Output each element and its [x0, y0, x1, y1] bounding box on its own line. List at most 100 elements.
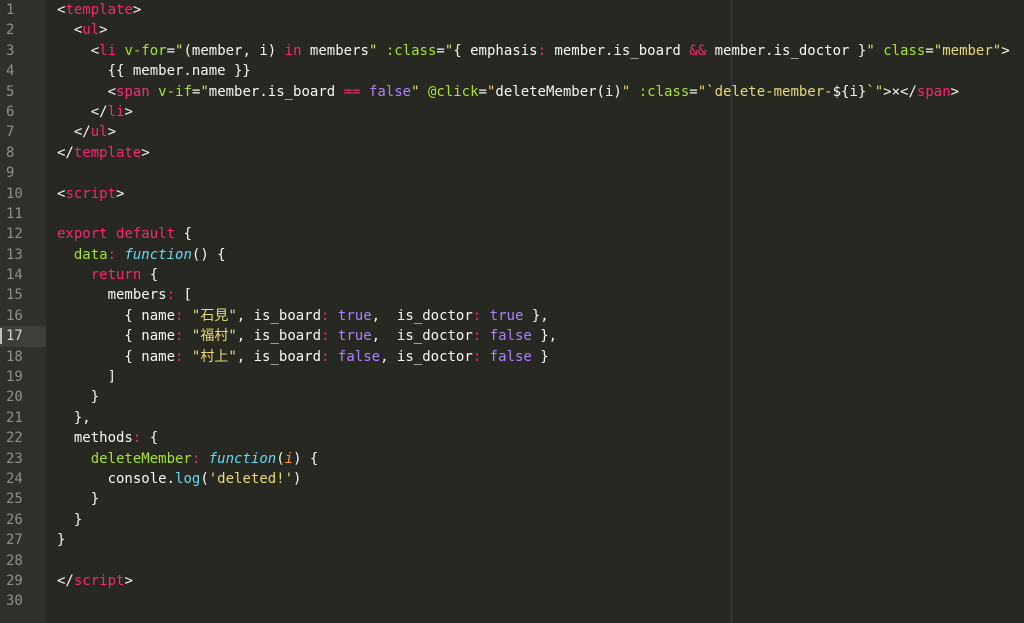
line-text[interactable]: <ul>	[57, 20, 108, 40]
code-token: :class	[638, 83, 690, 100]
code-token: template	[65, 2, 133, 18]
code-line[interactable]: 15 members: [	[0, 285, 1024, 305]
code-token: () {	[191, 246, 226, 263]
line-text[interactable]: </template>	[57, 143, 150, 163]
code-token: ul	[90, 124, 108, 141]
line-text[interactable]: console.log('deleted!')	[57, 469, 302, 489]
code-token: { name	[57, 348, 176, 365]
line-text[interactable]: export default {	[57, 224, 192, 244]
code-area[interactable]: 1 <template> 2 <ul> 3 <li v-for="(member, i…	[0, 0, 1024, 612]
code-line[interactable]: 13 data: function() {	[0, 245, 1024, 265]
code-token: >	[124, 572, 133, 589]
code-line[interactable]: 8 </template>	[0, 143, 1024, 163]
code-line[interactable]: 5 <span v-if="member.is_board == false" …	[0, 82, 1024, 102]
line-text[interactable]: members: [	[57, 285, 192, 305]
code-token: ×	[891, 83, 901, 100]
code-line[interactable]: 10 <script>	[0, 184, 1024, 204]
line-text[interactable]: <template>	[57, 0, 141, 20]
code-line[interactable]: 7 </ul>	[0, 122, 1024, 142]
code-token: :	[472, 348, 482, 365]
line-text[interactable]: { name: "村上", is_board: false, is_doctor…	[57, 347, 548, 367]
code-token: (member, i)	[183, 42, 285, 59]
code-line[interactable]: 27}	[0, 530, 1024, 550]
line-text[interactable]: data: function() {	[57, 245, 226, 265]
line-number: 17	[0, 326, 46, 347]
code-token: , is_doctor	[371, 328, 473, 345]
code-token: default	[116, 226, 176, 243]
code-line[interactable]: 25 }	[0, 489, 1024, 509]
code-line[interactable]: 18 { name: "村上", is_board: false, is_doc…	[0, 347, 1024, 367]
line-number: 25	[6, 491, 23, 508]
code-line[interactable]: 11	[0, 204, 1024, 224]
line-text[interactable]: { name: "福村", is_board: true, is_doctor:…	[57, 326, 557, 346]
line-text[interactable]: }	[57, 387, 99, 407]
code-line[interactable]: 3 <li v-for="(member, i) in members" :cl…	[0, 41, 1024, 61]
code-line[interactable]: 12 export default {	[0, 224, 1024, 244]
code-line[interactable]: 9	[0, 163, 1024, 183]
code-token: member.is_board	[546, 42, 690, 59]
line-number: 20	[6, 389, 23, 406]
code-token: { name	[57, 307, 176, 324]
code-token: :class	[385, 42, 437, 59]
line-text[interactable]: { name: "石見", is_board: true, is_doctor:…	[57, 306, 548, 326]
code-line[interactable]: 16 { name: "石見", is_board: true, is_doct…	[0, 306, 1024, 326]
line-number: 13	[6, 246, 23, 263]
code-token: span	[116, 83, 150, 100]
line-text[interactable]: <script>	[57, 184, 124, 204]
line-text[interactable]: ]	[57, 367, 116, 387]
code-line[interactable]: 21 },	[0, 408, 1024, 428]
code-token: ) {	[293, 450, 319, 467]
line-text[interactable]: }	[57, 510, 82, 530]
line-text[interactable]: </ul>	[57, 122, 116, 142]
line-text[interactable]: methods: {	[57, 428, 158, 448]
code-line[interactable]: 1 <template>	[0, 0, 1024, 20]
code-line[interactable]: 23 deleteMember: function(i) {	[0, 449, 1024, 469]
code-line[interactable]: 24 console.log('deleted!')	[0, 469, 1024, 489]
code-editor[interactable]: 1 <template> 2 <ul> 3 <li v-for="(member, i…	[0, 0, 1024, 623]
line-text[interactable]: deleteMember: function(i) {	[57, 449, 319, 469]
code-line[interactable]: 29 </script>	[0, 571, 1024, 591]
code-token: ==	[343, 83, 361, 100]
code-token: console.	[57, 470, 176, 487]
code-line[interactable]: 20 }	[0, 387, 1024, 407]
line-text[interactable]: }	[57, 489, 99, 509]
code-line[interactable]: 28	[0, 551, 1024, 571]
code-token: member.is_board	[208, 83, 344, 100]
code-line[interactable]: 26 }	[0, 510, 1024, 530]
code-token: , is_board	[236, 348, 322, 365]
code-token: template	[73, 144, 142, 161]
code-line[interactable]: 30	[0, 591, 1024, 611]
line-text[interactable]: <li v-for="(member, i) in members" :clas…	[57, 41, 1010, 61]
code-line[interactable]: 17 { name: "福村", is_board: true, is_doct…	[0, 326, 1024, 347]
line-text[interactable]: {{ member.name }}	[57, 61, 251, 81]
code-token: true	[337, 307, 372, 324]
line-number: 26	[6, 511, 23, 528]
code-line[interactable]: 2 <ul>	[0, 20, 1024, 40]
line-text[interactable]: </li>	[57, 102, 133, 122]
line-text[interactable]: },	[57, 408, 91, 428]
code-line[interactable]: 4 {{ member.name }}	[0, 61, 1024, 81]
code-token: { name	[57, 328, 176, 345]
line-text[interactable]: return {	[57, 265, 158, 285]
code-token: <	[90, 42, 100, 59]
code-line[interactable]: 19 ]	[0, 367, 1024, 387]
code-token: "	[444, 42, 454, 59]
code-line[interactable]: 14 return {	[0, 265, 1024, 285]
line-text[interactable]: }	[57, 530, 65, 550]
code-token: in	[284, 42, 302, 59]
code-token: member.is_doctor }	[706, 42, 867, 59]
code-token: members	[57, 287, 167, 304]
line-text[interactable]: </script>	[57, 571, 133, 591]
code-line[interactable]: 6 </li>	[0, 102, 1024, 122]
code-token: >	[883, 83, 892, 100]
line-text[interactable]: <span v-if="member.is_board == false" @c…	[57, 82, 959, 102]
code-line[interactable]: 22 methods: {	[0, 428, 1024, 448]
line-number: 27	[6, 532, 23, 549]
line-number: 12	[6, 226, 23, 243]
line-number: 4	[6, 63, 15, 80]
